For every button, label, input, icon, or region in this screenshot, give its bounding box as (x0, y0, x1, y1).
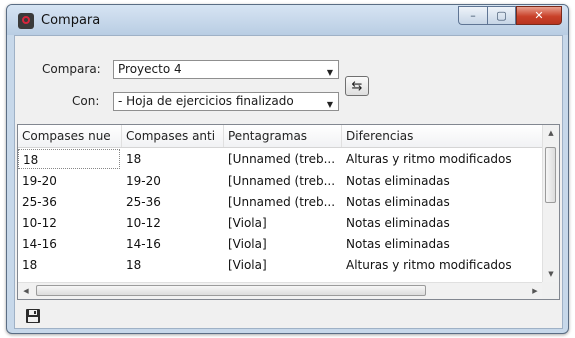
title-bar[interactable]: Compara – ▢ ✕ (7, 5, 568, 35)
swap-icon: ⇆ (351, 78, 363, 94)
cell-differences: Notas eliminadas (346, 237, 450, 251)
compare-select-value: Proyecto 4 (118, 62, 182, 76)
cell-differences: Alturas y ritmo modificados (346, 152, 512, 166)
cell-staves: [Viola] (228, 237, 267, 251)
maximize-button[interactable]: ▢ (487, 6, 516, 25)
scroll-down-arrow-icon[interactable]: ▼ (543, 266, 559, 283)
table-row[interactable]: 18 18 [Unnamed (treb... Alturas y ritmo … (18, 149, 543, 169)
table-row[interactable]: 18 18 [Viola] Alturas y ritmo modificado… (18, 255, 543, 275)
cell-new-measures: 10-12 (22, 216, 57, 230)
table-row[interactable]: 25-36 25-36 [Unnamed (treb... Notas elim… (18, 192, 543, 212)
cell-old-measures: 18 (126, 152, 142, 166)
table-row[interactable]: 14-16 14-16 [Viola] Notas eliminadas (18, 234, 543, 254)
chevron-down-icon: ▼ (326, 100, 333, 109)
cell-old-measures: 10-12 (126, 216, 161, 230)
cell-staves: [Viola] (228, 258, 267, 272)
table-row[interactable]: 10-12 10-12 [Viola] Notas eliminadas (18, 213, 543, 233)
cell-old-measures: 19-20 (126, 174, 161, 188)
column-header-old-measures[interactable]: Compases anti (122, 125, 224, 147)
cell-differences: Notas eliminadas (346, 195, 450, 209)
compara-dialog: Compara – ▢ ✕ Compara: Proyecto 4 ▼ Con:… (6, 4, 569, 334)
cell-new-measures: 19-20 (22, 174, 57, 188)
save-icon (26, 309, 40, 323)
with-select[interactable]: - Hoja de ejercicios finalizado ▼ (113, 92, 339, 111)
save-button[interactable] (25, 308, 41, 324)
cell-staves: [Viola] (228, 216, 267, 230)
compare-label: Compara: (42, 62, 101, 76)
vertical-scrollbar[interactable]: ▲ ▼ (542, 125, 559, 283)
horizontal-scrollbar[interactable]: ◀ ▶ (18, 282, 543, 299)
column-header-new-measures[interactable]: Compases nue (18, 125, 122, 147)
scrollbar-corner (542, 282, 559, 299)
vertical-scroll-thumb[interactable] (545, 147, 556, 203)
swap-button[interactable]: ⇆ (345, 76, 369, 96)
column-header-staves[interactable]: Pentagramas (224, 125, 342, 147)
cell-staves: [Unnamed (treb... (228, 152, 336, 166)
close-icon: ✕ (534, 9, 544, 22)
maximize-icon: ▢ (496, 9, 507, 22)
column-header-differences[interactable]: Diferencias (342, 125, 543, 147)
cell-new-measures: 25-36 (22, 195, 57, 209)
minimize-button[interactable]: – (458, 6, 487, 25)
cell-staves: [Unnamed (treb... (228, 174, 336, 188)
with-label: Con: (72, 94, 100, 108)
differences-table[interactable]: Compases nue Compases anti Pentagramas D… (17, 124, 560, 300)
cell-differences: Notas eliminadas (346, 174, 450, 188)
minimize-icon: – (470, 9, 476, 22)
close-button[interactable]: ✕ (516, 6, 562, 25)
table-header: Compases nue Compases anti Pentagramas D… (18, 125, 543, 148)
cell-differences: Notas eliminadas (346, 216, 450, 230)
cell-staves: [Unnamed (treb... (228, 195, 336, 209)
scroll-right-arrow-icon[interactable]: ▶ (527, 283, 543, 299)
compare-select[interactable]: Proyecto 4 ▼ (113, 60, 339, 79)
cell-old-measures: 18 (126, 258, 142, 272)
compara-app-icon (18, 13, 34, 29)
cell-new-measures: 14-16 (22, 237, 57, 251)
window-controls: – ▢ ✕ (458, 6, 562, 26)
horizontal-scroll-thumb[interactable] (36, 285, 426, 296)
chevron-down-icon: ▼ (326, 68, 333, 77)
table-row[interactable]: 19-20 19-20 [Unnamed (treb... Notas elim… (18, 171, 543, 191)
scroll-up-arrow-icon[interactable]: ▲ (543, 125, 559, 142)
cell-new-measures: 18 (22, 258, 38, 272)
cell-new-measures: 18 (18, 149, 120, 169)
dialog-body: Compara: Proyecto 4 ▼ Con: - Hoja de eje… (14, 35, 563, 329)
scroll-left-arrow-icon[interactable]: ◀ (18, 283, 34, 299)
cell-old-measures: 14-16 (126, 237, 161, 251)
cell-old-measures: 25-36 (126, 195, 161, 209)
with-select-value: - Hoja de ejercicios finalizado (118, 94, 294, 108)
cell-differences: Alturas y ritmo modificados (346, 258, 512, 272)
window-title: Compara (41, 13, 101, 28)
